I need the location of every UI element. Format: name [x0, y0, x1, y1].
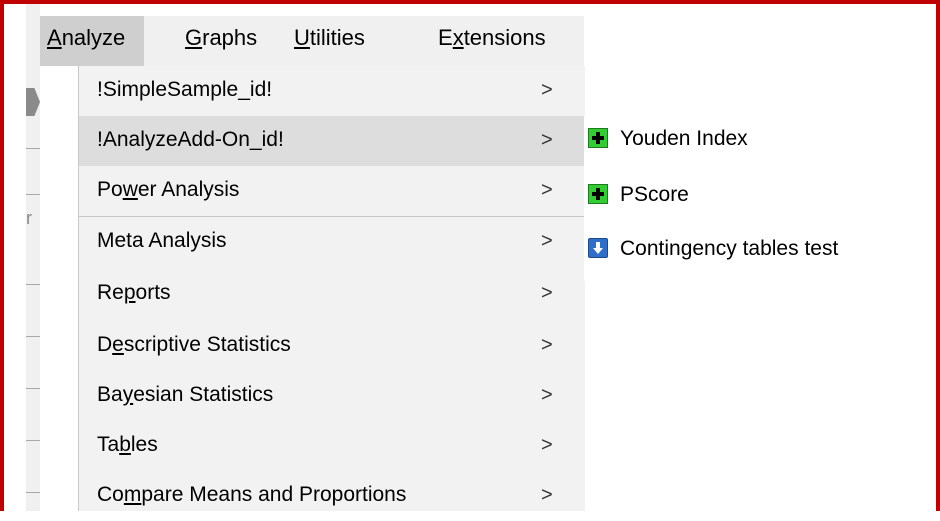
chevron-right-icon: >	[541, 282, 553, 304]
submenu-item-pscore[interactable]: PScore	[584, 172, 914, 222]
menu-item-label: Descriptive Statistics	[97, 333, 291, 356]
chevron-right-icon: >	[541, 334, 553, 356]
submenu-item-youden-index[interactable]: Youden Index	[584, 116, 914, 166]
background-panel	[26, 4, 40, 511]
chevron-right-icon: >	[541, 484, 553, 506]
menu-item-bayesian-statistics[interactable]: Bayesian Statistics >	[79, 371, 585, 421]
menu-item-label: Tables	[97, 433, 158, 456]
menu-bar: Analyze Graphs Utilities Extensions	[40, 16, 584, 66]
analyze-dropdown-menu: !SimpleSample_id! > !AnalyzeAdd-On_id! >…	[78, 66, 585, 511]
menu-item-label: !AnalyzeAdd-On_id!	[97, 128, 284, 151]
chevron-right-icon: >	[541, 434, 553, 456]
menu-item-label: Compare Means and Proportions	[97, 483, 407, 506]
background-partial-text: r	[26, 208, 32, 228]
green-plus-icon	[588, 184, 608, 204]
submenu-item-label: Youden Index	[620, 127, 748, 150]
menu-item-label: Bayesian Statistics	[97, 383, 274, 406]
add-on-submenu: Youden Index PScore Contingency tables t…	[584, 116, 914, 281]
menu-item-compare-means[interactable]: Compare Means and Proportions >	[79, 471, 585, 521]
menu-item-analyze-add-on[interactable]: !AnalyzeAdd-On_id! >	[79, 116, 585, 166]
menu-extensions[interactable]: Extensions	[438, 16, 546, 66]
submenu-item-label: Contingency tables test	[620, 237, 839, 260]
menu-item-reports[interactable]: Reports >	[79, 269, 585, 319]
chevron-right-icon: >	[541, 230, 553, 252]
menu-utilities[interactable]: Utilities	[294, 16, 365, 66]
submenu-item-contingency-tables-test[interactable]: Contingency tables test	[584, 226, 914, 276]
background-divider	[26, 194, 40, 195]
background-divider	[26, 336, 40, 337]
chevron-right-icon: >	[541, 384, 553, 406]
background-divider	[26, 284, 40, 285]
menu-item-meta-analysis[interactable]: Meta Analysis >	[79, 217, 585, 267]
chevron-right-icon: >	[541, 129, 553, 151]
submenu-item-label: PScore	[620, 183, 689, 206]
menu-item-label: Power Analysis	[97, 178, 240, 201]
blue-download-icon	[588, 238, 608, 258]
background-divider	[26, 492, 40, 493]
chevron-right-icon: >	[541, 79, 553, 101]
background-divider	[26, 388, 40, 389]
menu-item-label: Meta Analysis	[97, 229, 227, 252]
menu-item-simple-sample[interactable]: !SimpleSample_id! >	[79, 66, 585, 116]
background-divider	[26, 148, 40, 149]
menu-graphs[interactable]: Graphs	[185, 16, 257, 66]
menu-item-label: !SimpleSample_id!	[97, 78, 273, 101]
menu-item-tables[interactable]: Tables >	[79, 421, 585, 471]
background-divider	[26, 440, 40, 441]
menu-item-label: Reports	[97, 281, 171, 304]
menu-item-descriptive-statistics[interactable]: Descriptive Statistics >	[79, 321, 585, 371]
menu-item-power-analysis[interactable]: Power Analysis >	[79, 166, 585, 216]
chevron-right-icon: >	[541, 179, 553, 201]
menu-analyze[interactable]: Analyze	[40, 16, 144, 66]
green-plus-icon	[588, 128, 608, 148]
